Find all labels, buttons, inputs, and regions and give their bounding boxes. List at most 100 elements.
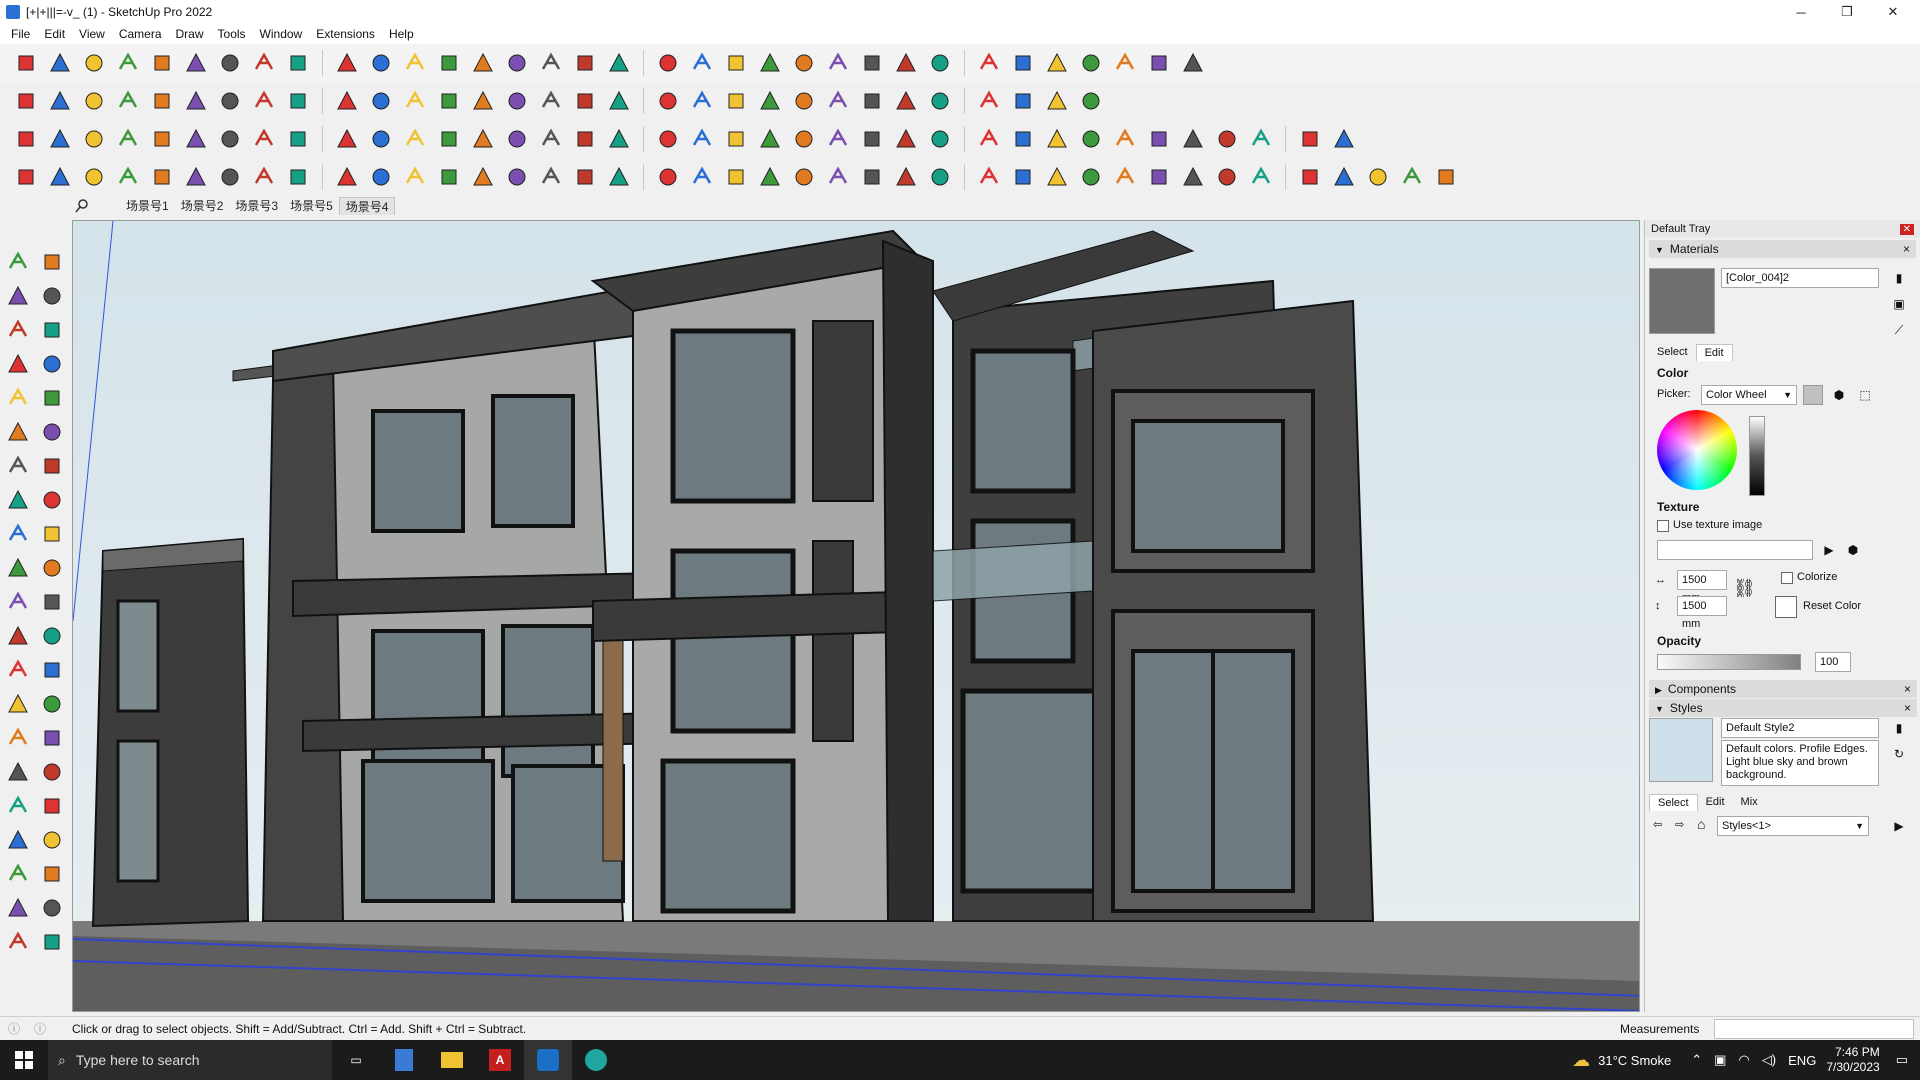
- components-close-icon[interactable]: ×: [1904, 682, 1911, 696]
- zoom-icon[interactable]: [571, 49, 599, 77]
- brick-icon[interactable]: [824, 87, 852, 115]
- styles-tab-edit[interactable]: Edit: [1698, 794, 1733, 811]
- color-preview-box[interactable]: [1803, 385, 1823, 405]
- section-plane-icon[interactable]: [36, 858, 68, 890]
- plank2-icon[interactable]: [892, 163, 920, 191]
- scale-icon[interactable]: [2, 586, 34, 618]
- sandbox-icon[interactable]: [1077, 49, 1105, 77]
- roof2-icon[interactable]: [926, 87, 954, 115]
- bezier-icon[interactable]: [1296, 125, 1324, 153]
- green-box-icon[interactable]: [114, 87, 142, 115]
- top-view-icon[interactable]: [46, 87, 74, 115]
- eraser-icon[interactable]: [80, 49, 108, 77]
- taskbar-search[interactable]: ⌕ Type here to search: [48, 1040, 332, 1080]
- menu-edit[interactable]: Edit: [37, 27, 72, 41]
- notification-icon[interactable]: ▭: [1896, 1052, 1908, 1068]
- layers-icon[interactable]: [688, 49, 716, 77]
- wireframe-icon[interactable]: [250, 87, 278, 115]
- roof-icon[interactable]: [892, 87, 920, 115]
- offset-icon[interactable]: [36, 586, 68, 618]
- zoomwin-icon[interactable]: [36, 756, 68, 788]
- picker-dropdown[interactable]: Color Wheel ▼: [1701, 385, 1797, 405]
- push-red-icon[interactable]: [367, 87, 395, 115]
- white-plane-icon[interactable]: [182, 125, 210, 153]
- windows-start-icon[interactable]: [0, 1040, 48, 1080]
- scene-search-icon[interactable]: [72, 196, 92, 216]
- component-icon[interactable]: [824, 49, 852, 77]
- rotate-icon[interactable]: [333, 49, 361, 77]
- copy-icon[interactable]: [1009, 125, 1037, 153]
- gem-icon[interactable]: [1043, 125, 1071, 153]
- menu-extensions[interactable]: Extensions: [309, 27, 382, 41]
- look-icon[interactable]: [36, 824, 68, 856]
- paint-icon[interactable]: [2, 280, 34, 312]
- match-model-color-icon[interactable]: ⬢: [1829, 385, 1849, 405]
- paint-bucket-icon[interactable]: ▣: [1889, 294, 1909, 314]
- red-plane-icon[interactable]: [148, 125, 176, 153]
- arc-icon[interactable]: [722, 125, 750, 153]
- orbit-icon[interactable]: [503, 49, 531, 77]
- sweep-icon[interactable]: [537, 163, 565, 191]
- curve-icon[interactable]: [333, 87, 361, 115]
- materials-tab-select[interactable]: Select: [1649, 344, 1696, 361]
- palm-icon[interactable]: [688, 163, 716, 191]
- table-icon[interactable]: [1213, 125, 1241, 153]
- rotate-icon[interactable]: [2, 552, 34, 584]
- fog-icon[interactable]: [36, 926, 68, 958]
- arrow-curve-icon[interactable]: [333, 163, 361, 191]
- color-wheel[interactable]: [1657, 410, 1737, 490]
- ring-icon[interactable]: [284, 163, 312, 191]
- use-texture-checkbox[interactable]: [1657, 520, 1669, 532]
- pipe-icon[interactable]: [401, 125, 429, 153]
- fan2-icon[interactable]: [1330, 163, 1358, 191]
- dome-icon[interactable]: [975, 87, 1003, 115]
- autocad-icon[interactable]: A: [476, 1040, 524, 1080]
- line-edit-icon[interactable]: [12, 163, 40, 191]
- leaf-icon[interactable]: [722, 163, 750, 191]
- menu-tools[interactable]: Tools: [211, 27, 253, 41]
- speaker-icon[interactable]: ◁): [1762, 1052, 1776, 1068]
- update-style-icon[interactable]: ↻: [1889, 744, 1909, 764]
- backedge-icon[interactable]: [216, 87, 244, 115]
- back-arrow-icon[interactable]: ⇦: [1653, 818, 1662, 831]
- layers-icon[interactable]: [2, 892, 34, 924]
- styles-panel-header[interactable]: ▼ Styles ×: [1649, 699, 1917, 717]
- scene-tab-1[interactable]: 场景号1: [120, 197, 175, 215]
- wall-tile-icon[interactable]: [1145, 125, 1173, 153]
- material-name-field[interactable]: [Color_004]2: [1721, 268, 1879, 288]
- task-view-icon[interactable]: ▭: [332, 1040, 380, 1080]
- reset-color-swatch[interactable]: [1775, 596, 1797, 618]
- orbit-icon[interactable]: [36, 246, 68, 278]
- styles-tab-mix[interactable]: Mix: [1733, 794, 1766, 811]
- redo-icon[interactable]: [1145, 49, 1173, 77]
- push-m-icon[interactable]: [571, 87, 599, 115]
- styles-icon[interactable]: [36, 892, 68, 924]
- texture-path-field[interactable]: [1657, 540, 1813, 560]
- hatch-icon[interactable]: [1145, 163, 1173, 191]
- hand-icon[interactable]: [1179, 49, 1207, 77]
- model-viewport[interactable]: [72, 220, 1640, 1012]
- stool-icon[interactable]: [367, 163, 395, 191]
- clock[interactable]: 7:46 PM 7/30/2023: [1826, 1045, 1879, 1075]
- menu-help[interactable]: Help: [382, 27, 421, 41]
- arrow-up-down-icon[interactable]: [975, 49, 1003, 77]
- menu-window[interactable]: Window: [253, 27, 310, 41]
- triangle-icon[interactable]: [688, 125, 716, 153]
- loop-red-icon[interactable]: [892, 125, 920, 153]
- hidden-icon[interactable]: [284, 87, 312, 115]
- followme-icon[interactable]: [36, 552, 68, 584]
- cross-x-icon[interactable]: [1247, 125, 1275, 153]
- freehand-icon[interactable]: [36, 348, 68, 380]
- paint-icon[interactable]: [469, 49, 497, 77]
- value-slider[interactable]: [1749, 416, 1765, 496]
- materials-tab-edit[interactable]: Edit: [1695, 344, 1733, 361]
- pie3-icon[interactable]: [36, 484, 68, 516]
- frame-icon[interactable]: [1111, 125, 1139, 153]
- sphere-icon[interactable]: [250, 163, 278, 191]
- profile-icon[interactable]: [756, 49, 784, 77]
- materials-close-icon[interactable]: ×: [1903, 242, 1910, 256]
- opacity-value-field[interactable]: 100: [1815, 652, 1851, 672]
- cone-fan-icon[interactable]: [605, 163, 633, 191]
- plank3-icon[interactable]: [926, 163, 954, 191]
- eyedropper-icon[interactable]: ⟋: [1889, 320, 1909, 340]
